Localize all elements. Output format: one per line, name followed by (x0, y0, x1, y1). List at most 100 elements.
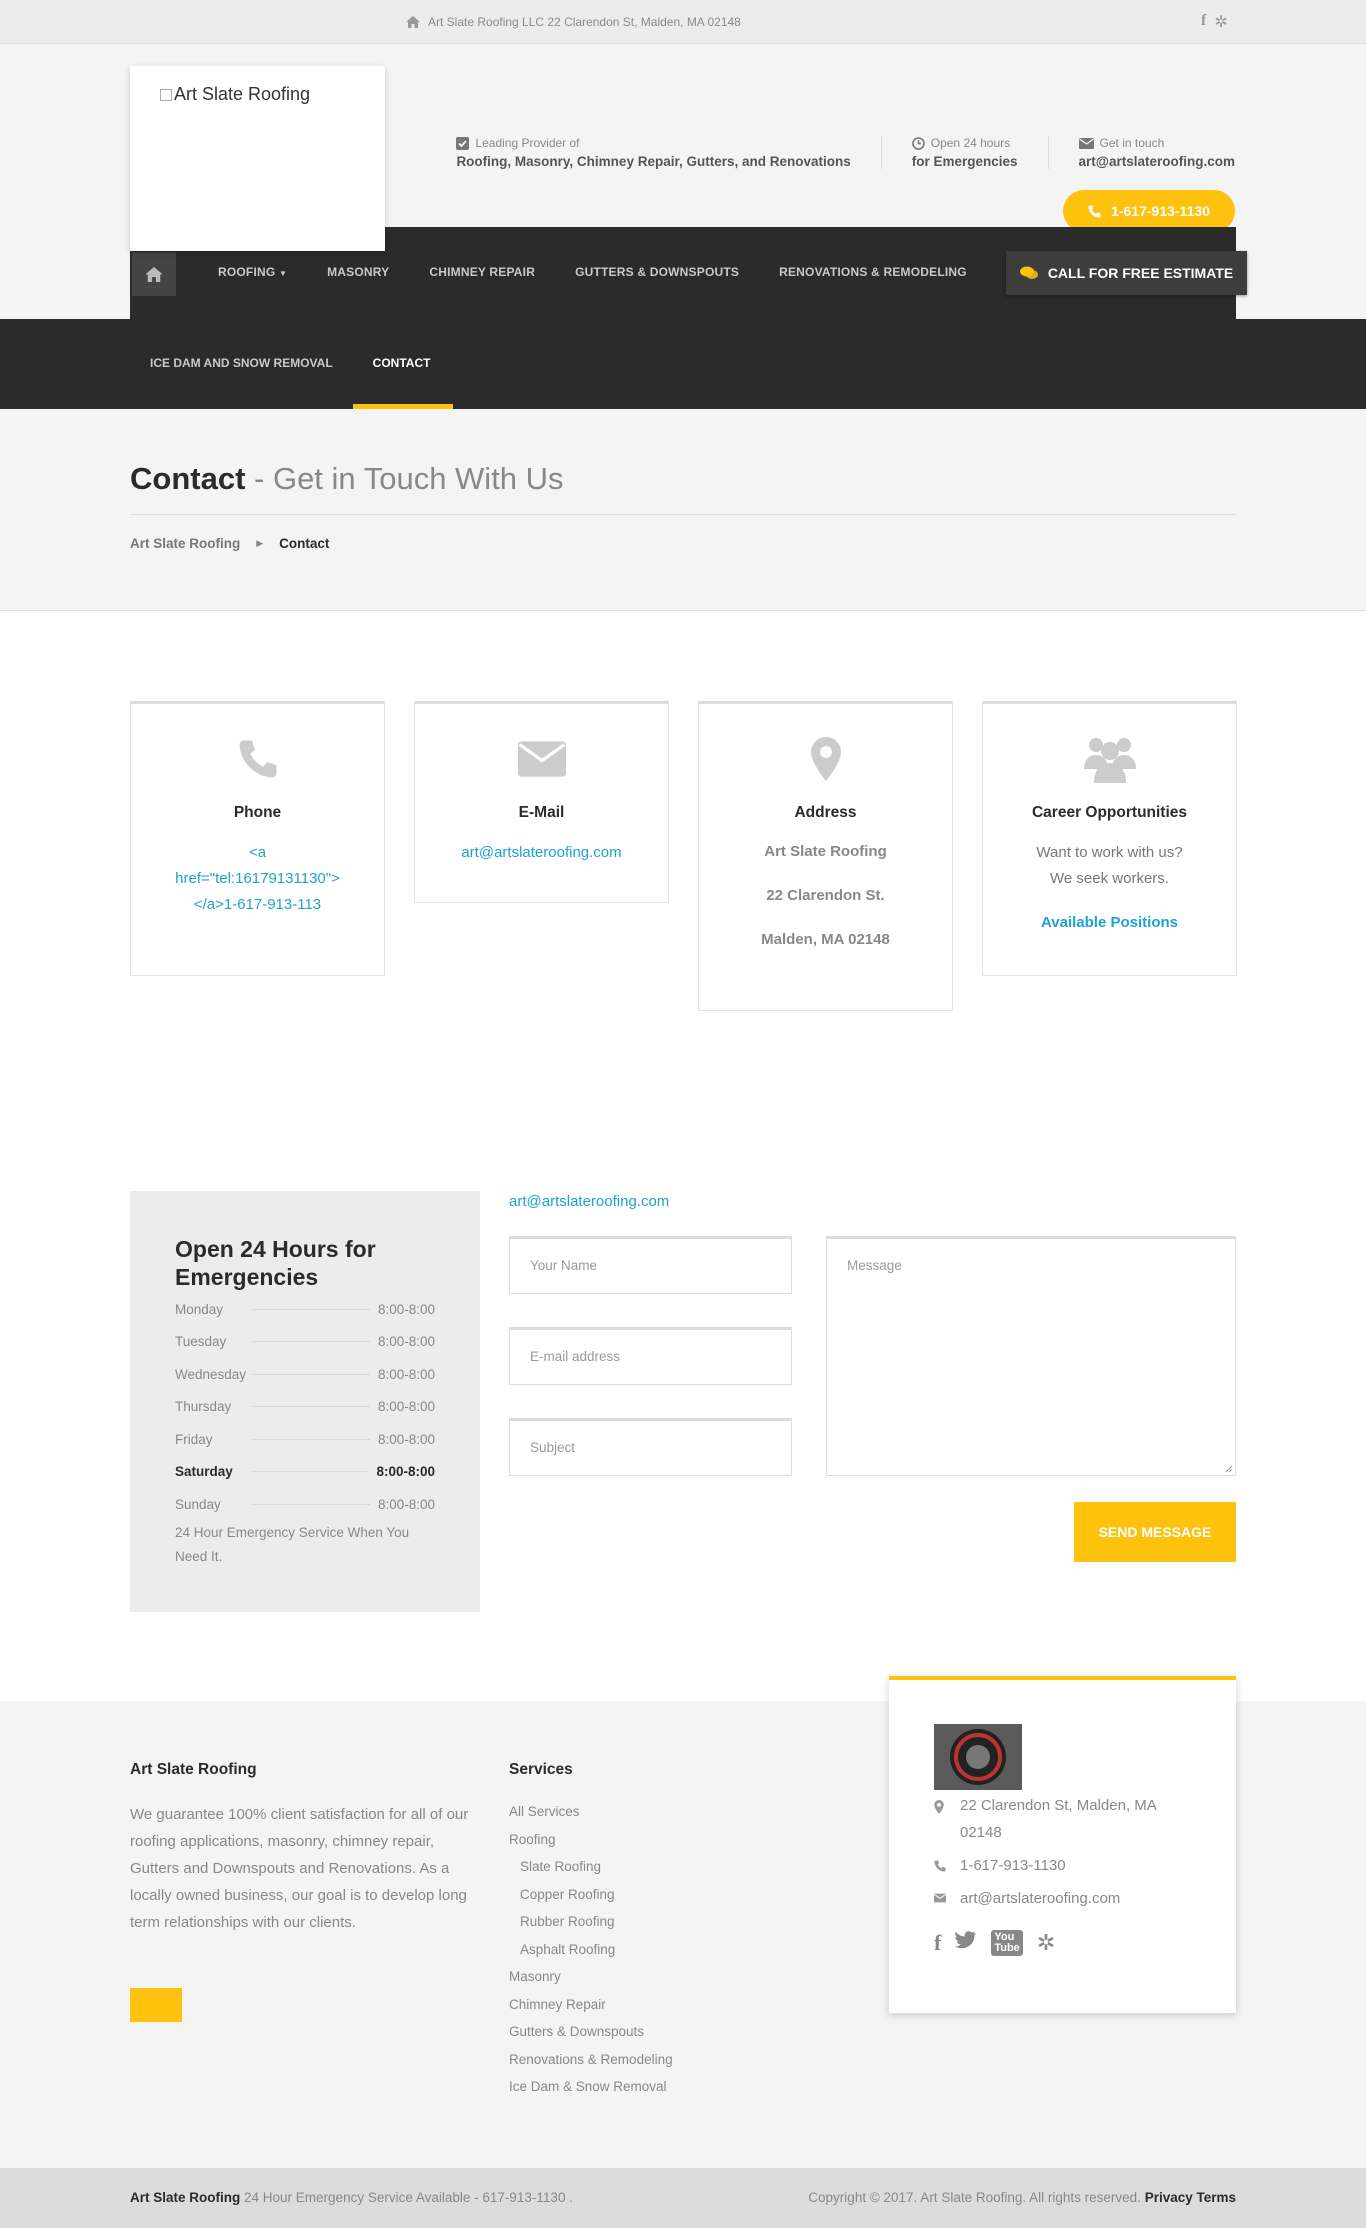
nav-item-ice-dam[interactable]: ICE DAM AND SNOW REMOVAL (150, 356, 333, 370)
yelp-icon[interactable]: ✲ (1214, 12, 1227, 32)
nav-item-masonry[interactable]: MASONRY (327, 265, 389, 279)
breadcrumb-home[interactable]: Art Slate Roofing (130, 536, 240, 551)
career-card: Career Opportunities Want to work with u… (982, 701, 1237, 976)
nav-home-button[interactable] (132, 252, 176, 296)
hours-title: Open 24 Hours for Emergencies (175, 1236, 376, 1290)
send-message-button[interactable]: SEND MESSAGE (1074, 1502, 1236, 1562)
nav-item-chimney[interactable]: CHIMNEY REPAIR (429, 265, 535, 279)
chat-icon (1019, 266, 1038, 279)
nav-item-contact[interactable]: CONTACT (373, 356, 431, 370)
address-card-line-1: Art Slate Roofing (764, 843, 887, 860)
info-contact: Get in touch art@artslateroofing.com (1049, 136, 1235, 169)
address-card-line-2: 22 Clarendon St. (766, 887, 885, 904)
available-positions-link[interactable]: Available Positions (983, 910, 1236, 936)
footer-phone: 1-617-913-1130 (934, 1852, 1191, 1879)
info-contact-email[interactable]: art@artslateroofing.com (1079, 154, 1235, 169)
email-card-body: art@artslateroofing.com (415, 840, 668, 866)
logo-alt-text: Art Slate Roofing (174, 84, 311, 104)
footer-service-link[interactable]: Copper Roofing (509, 1887, 673, 1915)
caret-right-icon: ▶ (256, 538, 264, 548)
footer-service-link[interactable]: Slate Roofing (509, 1859, 673, 1887)
footer-service-link[interactable]: Rubber Roofing (509, 1914, 673, 1942)
footer-about-text: We guarantee 100% client satisfaction fo… (130, 1806, 469, 1931)
breadcrumb-current: Contact (279, 536, 330, 551)
hours-row: Thursday 8:00-8:00 (175, 1399, 435, 1415)
clock-icon (911, 136, 925, 150)
email-input[interactable]: E-mail address (509, 1327, 792, 1385)
phone-card-line-3[interactable]: </a>1-617-913-113 (131, 892, 384, 918)
breadcrumb: Art Slate Roofing ▶ Contact (130, 536, 329, 551)
resize-handle-icon[interactable] (1225, 1465, 1233, 1473)
footer-service-link[interactable]: Masonry (509, 1969, 673, 1997)
phone-button[interactable]: 1-617-913-1130 (1063, 190, 1235, 232)
free-estimate-button[interactable]: CALL FOR FREE ESTIMATE (1006, 251, 1247, 295)
footer: Art Slate Roofing We guarantee 100% clie… (0, 1676, 1366, 2168)
hours-row: Tuesday 8:00-8:00 (175, 1334, 435, 1350)
broken-image-icon (160, 89, 172, 101)
phone-card-line-1[interactable]: <a (131, 840, 384, 866)
top-bar: Art Slate Roofing LLC 22 Clarendon St, M… (0, 0, 1366, 44)
yelp-icon[interactable]: ✲ (1037, 1930, 1055, 1956)
page-title: Contact - Get in Touch With Us (130, 461, 564, 497)
nav-item-roofing[interactable]: ROOFING ▼ (218, 265, 287, 279)
caret-down-icon: ▼ (278, 269, 288, 278)
footer-service-link[interactable]: Renovations & Remodeling (509, 2052, 673, 2080)
address-card-line-3: Malden, MA 02148 (761, 931, 890, 948)
info-hours-small: Open 24 hours (930, 136, 1011, 150)
footer-service-link[interactable]: All Services (509, 1804, 673, 1832)
envelope-icon (517, 741, 566, 777)
info-hours: Open 24 hours for Emergencies (882, 136, 1049, 169)
seal-emblem-icon (950, 1729, 1006, 1785)
footer-service-link[interactable]: Roofing (509, 1832, 673, 1860)
hours-panel: Open 24 Hours for Emergencies Monday 8:00… (130, 1191, 480, 1612)
address-card: Address Art Slate Roofing 22 Clarendon S… (698, 701, 953, 1011)
copyright-text: Copyright © 2017. Art Slate Roofing. All… (808, 2190, 1141, 2205)
footer-service-link[interactable]: Gutters & Downspouts (509, 2024, 673, 2052)
hours-row: Sunday 8:00-8:00 (175, 1496, 435, 1512)
career-card-line-1: Want to work with us? (1036, 844, 1183, 861)
hours-row: Monday 8:00-8:00 (175, 1301, 435, 1317)
form-email-link[interactable]: art@artslateroofing.com (509, 1193, 669, 1210)
info-provider-big: Roofing, Masonry, Chimney Repair, Gutter… (456, 154, 851, 169)
footer-accent-button[interactable] (130, 1988, 182, 2022)
company-seal-image (934, 1724, 1022, 1790)
logo[interactable]: Art Slate Roofing (130, 66, 385, 251)
email-card: E-Mail art@artslateroofing.com (414, 701, 669, 903)
facebook-icon[interactable]: f (1201, 12, 1206, 32)
twitter-icon[interactable] (955, 1930, 977, 1950)
footer-socials: f You Tube ✲ (934, 1930, 1191, 1956)
footer-service-link[interactable]: Ice Dam & Snow Removal (509, 2079, 673, 2107)
footer-service-link[interactable]: Chimney Repair (509, 1997, 673, 2025)
address-card-title: Address (794, 804, 857, 821)
youtube-icon[interactable]: You Tube (991, 1930, 1023, 1956)
privacy-terms-link[interactable]: Privacy Terms (1145, 2190, 1236, 2205)
header-info: Leading Provider of Roofing, Masonry, Ch… (426, 136, 1235, 169)
footer-email: art@artslateroofing.com (934, 1885, 1191, 1912)
info-hours-big: for Emergencies (911, 154, 1018, 169)
email-card-title: E-Mail (518, 804, 565, 821)
nav-item-gutters[interactable]: GUTTERS & DOWNSPOUTS (575, 265, 739, 279)
email-card-link[interactable]: art@artslateroofing.com (415, 840, 668, 866)
bottom-right: Copyright © 2017. Art Slate Roofing. All… (808, 2190, 1236, 2205)
map-pin-icon (934, 1800, 944, 1814)
footer-services-title: Services (509, 1761, 573, 1778)
hours-row: Friday 8:00-8:00 (175, 1431, 435, 1447)
address-card-body: Art Slate Roofing 22 Clarendon St. Malde… (699, 830, 952, 962)
facebook-icon[interactable]: f (934, 1930, 941, 1956)
info-provider: Leading Provider of Roofing, Masonry, Ch… (426, 136, 882, 169)
phone-card-title: Phone (233, 804, 282, 821)
bottom-left: Art Slate Roofing 24 Hour Emergency Serv… (130, 2190, 573, 2205)
checkbox-icon (456, 136, 470, 150)
message-textarea[interactable]: Message (826, 1236, 1236, 1476)
name-input[interactable]: Your Name (509, 1236, 792, 1294)
phone-card-body: <a href="tel:16179131130"> </a>1-617-913… (131, 840, 384, 918)
title-divider (130, 514, 1236, 515)
footer-service-link[interactable]: Asphalt Roofing (509, 1942, 673, 1970)
nav-item-renovations[interactable]: RENOVATIONS & REMODELING (779, 265, 967, 279)
career-card-body: Want to work with us? We seek workers. A… (983, 840, 1236, 936)
envelope-icon (934, 1893, 946, 1903)
top-social: f ✲ (1201, 12, 1228, 32)
phone-card-line-2[interactable]: href="tel:16179131130"> (131, 866, 384, 892)
bottom-brand[interactable]: Art Slate Roofing (130, 2190, 240, 2205)
subject-input[interactable]: Subject (509, 1418, 792, 1476)
